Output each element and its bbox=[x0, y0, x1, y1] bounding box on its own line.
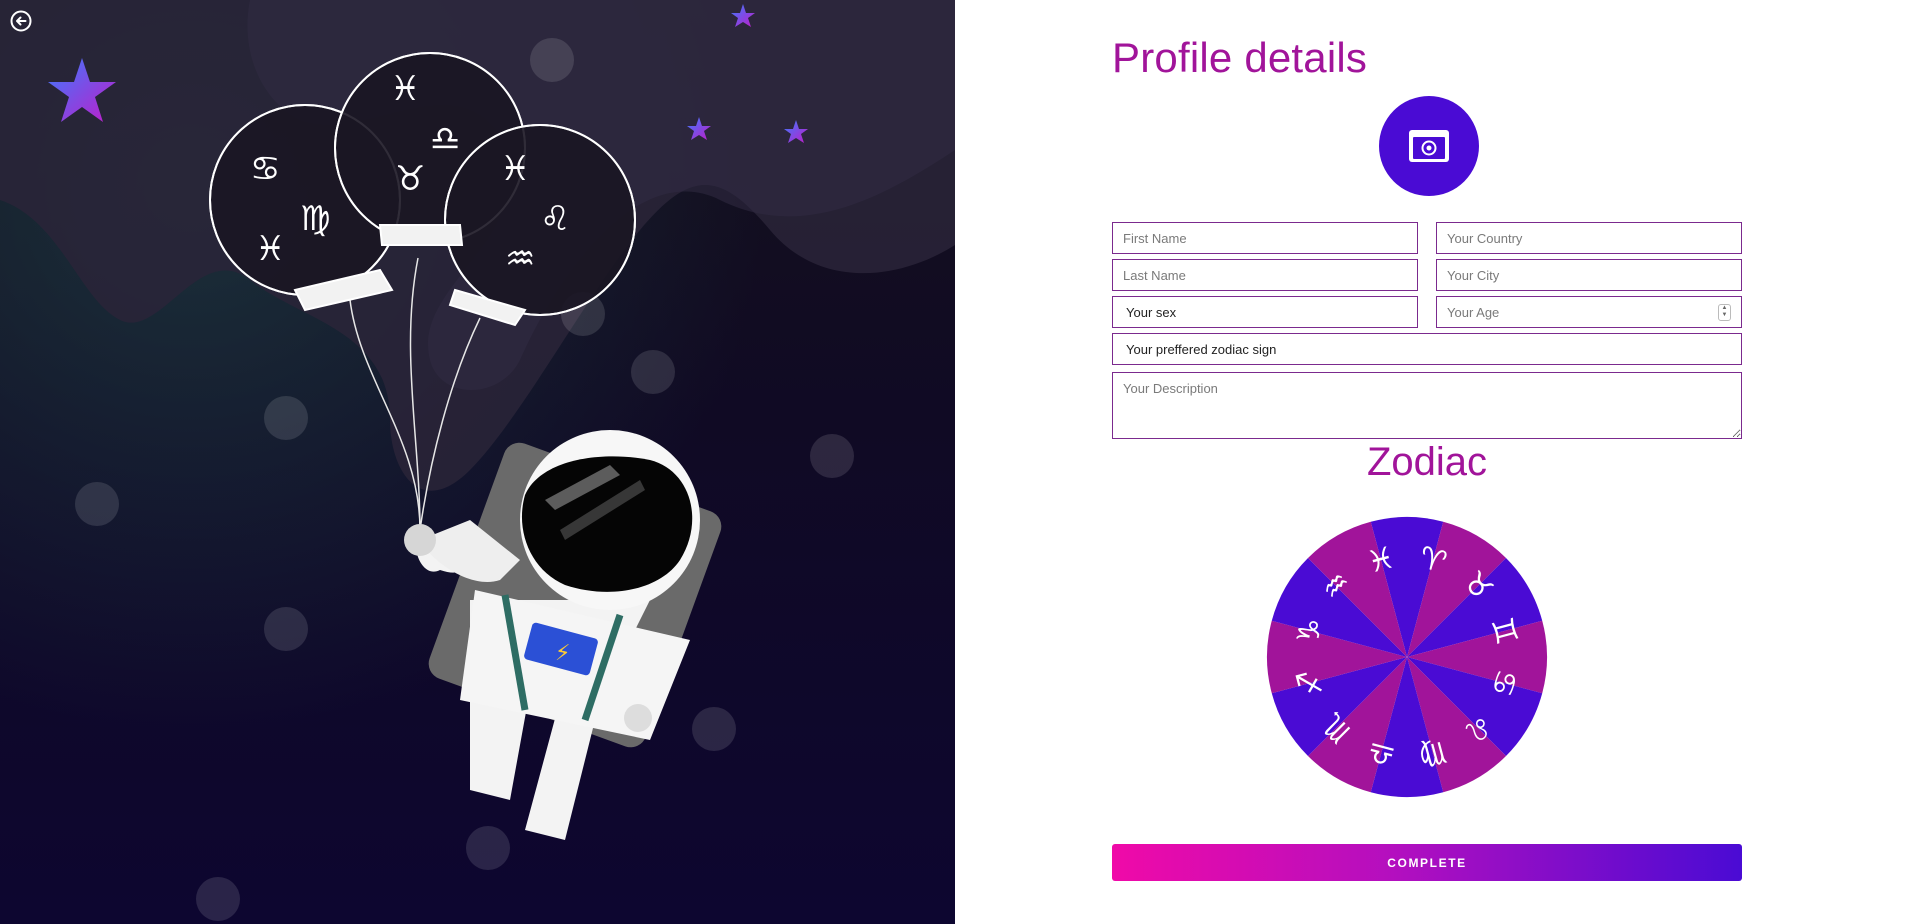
complete-button[interactable]: COMPLETE bbox=[1112, 844, 1742, 881]
back-arrow-circle-icon bbox=[10, 10, 32, 32]
svg-text:⚡: ⚡ bbox=[555, 641, 570, 666]
age-stepper-icon[interactable]: ▲ ▼ bbox=[1718, 303, 1731, 321]
svg-text:♍: ♍ bbox=[300, 199, 330, 239]
svg-text:♋: ♋ bbox=[250, 149, 280, 189]
svg-text:♉: ♉ bbox=[395, 159, 425, 199]
svg-text:♓: ♓ bbox=[500, 149, 530, 189]
age-placeholder: Your Age bbox=[1447, 304, 1500, 320]
sex-select[interactable]: Your sex bbox=[1112, 296, 1418, 328]
back-button[interactable] bbox=[9, 9, 33, 33]
avatar-upload-button[interactable] bbox=[1379, 96, 1479, 196]
camera-icon bbox=[1409, 130, 1449, 162]
last-name-input[interactable] bbox=[1112, 259, 1418, 291]
description-textarea[interactable] bbox=[1112, 372, 1742, 439]
country-input[interactable] bbox=[1436, 222, 1742, 254]
svg-text:♎: ♎ bbox=[430, 119, 460, 159]
age-input[interactable]: Your Age ▲ ▼ bbox=[1436, 296, 1742, 328]
zodiac-wheel[interactable]: ♈ ♉ ♊ ♋ ♌ ♍ ♎ ♏ ♐ ♑ ♒ ♓ bbox=[1266, 516, 1548, 798]
sex-select-value: Your sex bbox=[1126, 304, 1177, 320]
svg-text:♓: ♓ bbox=[390, 69, 420, 109]
zodiac-sign-select[interactable]: Your preffered zodiac sign bbox=[1112, 333, 1742, 365]
space-illustration: ♋♍♓ ♓♎♉ ♓♌♒ ⚡ bbox=[0, 0, 955, 924]
illustration-panel: ♋ ♍ ♓ ♓ ♎ ♉ ♓ ♌ ♒ ⚡ bbox=[0, 0, 955, 924]
first-name-input[interactable] bbox=[1112, 222, 1418, 254]
svg-text:♓: ♓ bbox=[255, 229, 285, 269]
zodiac-title: Zodiac bbox=[1366, 440, 1488, 484]
zodiac-sign-select-value: Your preffered zodiac sign bbox=[1126, 341, 1277, 357]
zodiac-wheel-graphic: ♈♉♊♋♌♍♎♏♐♑♒♓ bbox=[1267, 517, 1547, 797]
page-title: Profile details bbox=[1112, 34, 1368, 81]
city-input[interactable] bbox=[1436, 259, 1742, 291]
profile-form-panel: Profile details Your sex Your Age ▲▼ You… bbox=[955, 0, 1915, 924]
svg-text:♌: ♌ bbox=[540, 199, 570, 239]
svg-text:♒: ♒ bbox=[505, 239, 535, 279]
